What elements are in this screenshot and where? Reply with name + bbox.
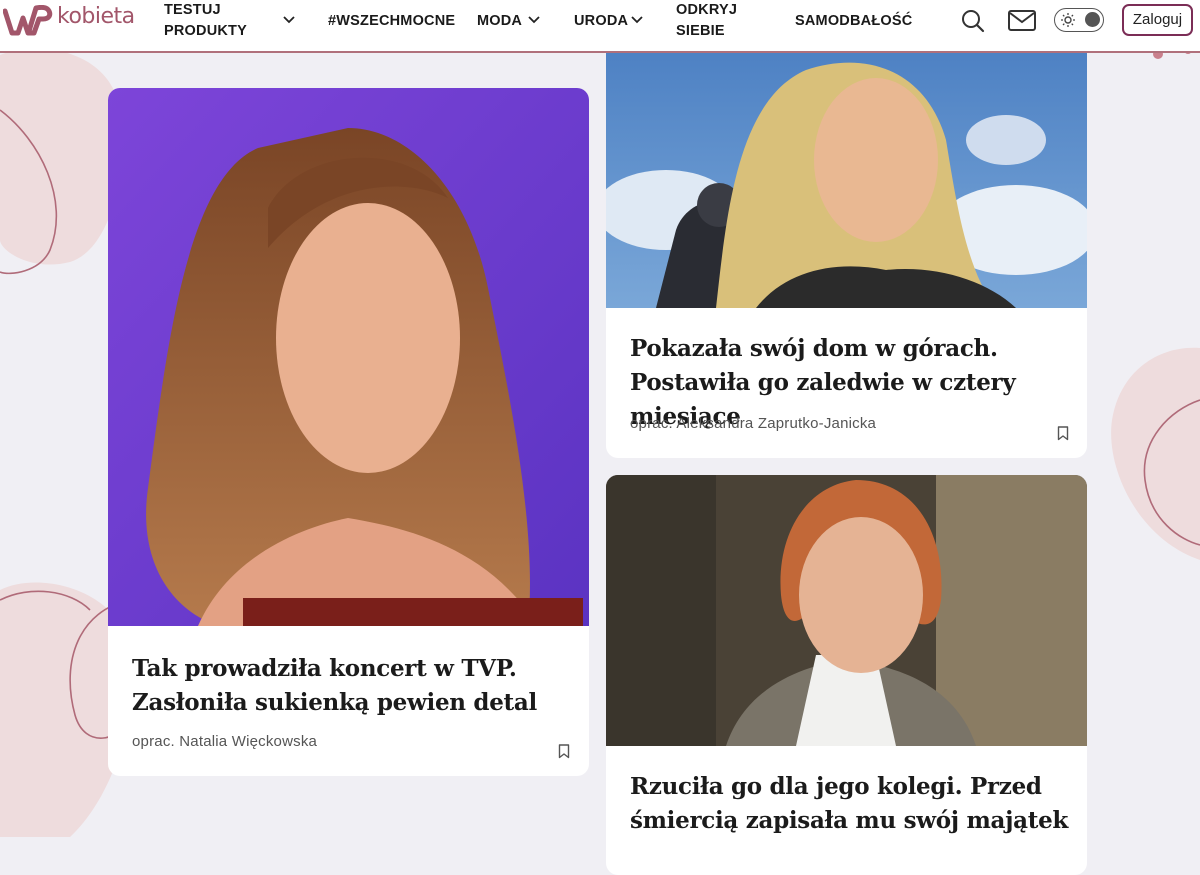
chevron-down-icon[interactable] <box>283 16 295 24</box>
bookmark-icon[interactable] <box>558 744 570 759</box>
article-author: oprac. Natalia Więckowska <box>132 733 318 750</box>
nav-uroda[interactable]: URODA <box>574 11 628 32</box>
mail-icon[interactable] <box>1008 10 1036 31</box>
article-image-3[interactable] <box>606 475 1087 746</box>
article-card-3[interactable]: Rzuciła go dla jego kolegi. Przed śmierc… <box>606 475 1087 875</box>
nav-label-line1: ODKRYJ <box>676 2 738 18</box>
article-card-1[interactable]: Tak prowadziła koncert w TVP. Zasłoniła … <box>108 88 589 776</box>
article-image-2[interactable] <box>606 30 1087 308</box>
article-title[interactable]: Rzuciła go dla jego kolegi. Przed śmierc… <box>630 770 1070 838</box>
nav-odkryj-siebie[interactable]: ODKRYJ SIEBIE <box>676 0 737 42</box>
login-button[interactable]: Zaloguj <box>1122 4 1193 36</box>
nav-testuj-produkty[interactable]: TESTUJ PRODUKTY <box>164 0 247 42</box>
sun-icon <box>1061 13 1075 27</box>
article-author: oprac. Aleksandra Zaprutko-Janicka <box>630 415 877 432</box>
toggle-knob <box>1085 12 1100 27</box>
nav-samodbalosc[interactable]: SAMODBAŁOŚĆ <box>795 11 912 32</box>
nav-label-line2: PRODUKTY <box>164 23 247 39</box>
nav-label-line1: TESTUJ <box>164 2 221 18</box>
site-logo[interactable]: kobieta <box>3 3 135 37</box>
bookmark-icon[interactable] <box>1057 426 1069 441</box>
logo-text: kobieta <box>57 3 135 29</box>
chevron-down-icon[interactable] <box>631 16 643 24</box>
article-title[interactable]: Tak prowadziła koncert w TVP. Zasłoniła … <box>132 652 572 720</box>
chevron-down-icon[interactable] <box>528 16 540 24</box>
search-icon[interactable] <box>961 9 985 33</box>
background-decoration-right <box>1111 46 1200 560</box>
nav-moda[interactable]: MODA <box>477 11 522 32</box>
article-image-1[interactable] <box>108 88 589 626</box>
article-card-2[interactable]: Pokazała swój dom w górach. Postawiła go… <box>606 30 1087 458</box>
theme-toggle[interactable] <box>1054 8 1104 32</box>
nav-wszechmocne[interactable]: #WSZECHMOCNE <box>328 11 455 32</box>
site-header: kobieta TESTUJ PRODUKTY #WSZECHMOCNE MOD… <box>0 0 1200 53</box>
wp-logo-icon <box>3 5 53 36</box>
nav-label-line2: SIEBIE <box>676 23 725 39</box>
